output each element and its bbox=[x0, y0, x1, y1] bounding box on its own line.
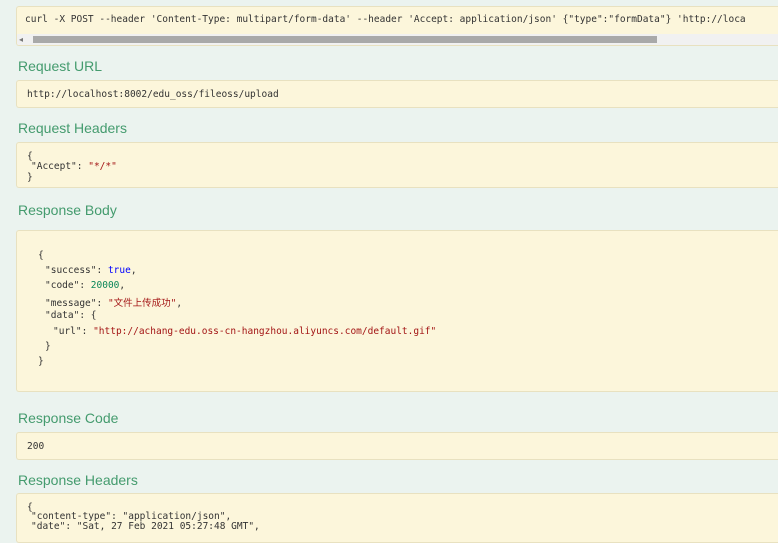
request-headers-title: Request Headers bbox=[18, 120, 127, 136]
response-body-title: Response Body bbox=[18, 202, 117, 218]
response-code-value: 200 bbox=[27, 441, 45, 452]
curl-command-block[interactable]: curl -X POST --header 'Content-Type: mul… bbox=[16, 6, 778, 46]
response-headers-title: Response Headers bbox=[18, 472, 138, 488]
response-body-close-brace: } bbox=[38, 356, 44, 367]
request-headers-accept-line: "Accept": "*/*" bbox=[31, 161, 117, 172]
response-code-block: 200 bbox=[16, 432, 778, 460]
response-headers-block: { "content-type": "application/json", "d… bbox=[16, 493, 778, 543]
response-headers-date-line: "date": "Sat, 27 Feb 2021 05:27:48 GMT", bbox=[31, 521, 260, 532]
response-body-block: { "success": true, "code": 20000, "messa… bbox=[16, 230, 778, 392]
scroll-left-arrow-icon[interactable]: ◂ bbox=[19, 34, 23, 45]
request-headers-block: { "Accept": "*/*" } bbox=[16, 142, 778, 188]
response-body-data-close: } bbox=[45, 341, 51, 352]
response-body-data-line: "data": { bbox=[45, 310, 97, 321]
request-headers-close-brace: } bbox=[27, 172, 33, 183]
response-body-success-line: "success": true, bbox=[45, 265, 137, 276]
horizontal-scrollbar[interactable]: ◂ bbox=[17, 34, 778, 45]
response-body-message-line: "message": "文件上传成功", bbox=[45, 298, 183, 309]
response-body-url-line: "url": "http://achang-edu.oss-cn-hangzho… bbox=[53, 326, 437, 337]
response-body-code-line: "code": 20000, bbox=[45, 280, 126, 291]
curl-command-text: curl -X POST --header 'Content-Type: mul… bbox=[25, 14, 746, 25]
request-url-title: Request URL bbox=[18, 58, 103, 74]
request-url-value: http://localhost:8002/edu_oss/fileoss/up… bbox=[27, 89, 279, 100]
response-code-title: Response Code bbox=[18, 410, 119, 426]
request-url-block: http://localhost:8002/edu_oss/fileoss/up… bbox=[16, 80, 778, 108]
scrollbar-thumb[interactable] bbox=[33, 36, 657, 43]
response-body-open-brace: { bbox=[38, 250, 44, 261]
